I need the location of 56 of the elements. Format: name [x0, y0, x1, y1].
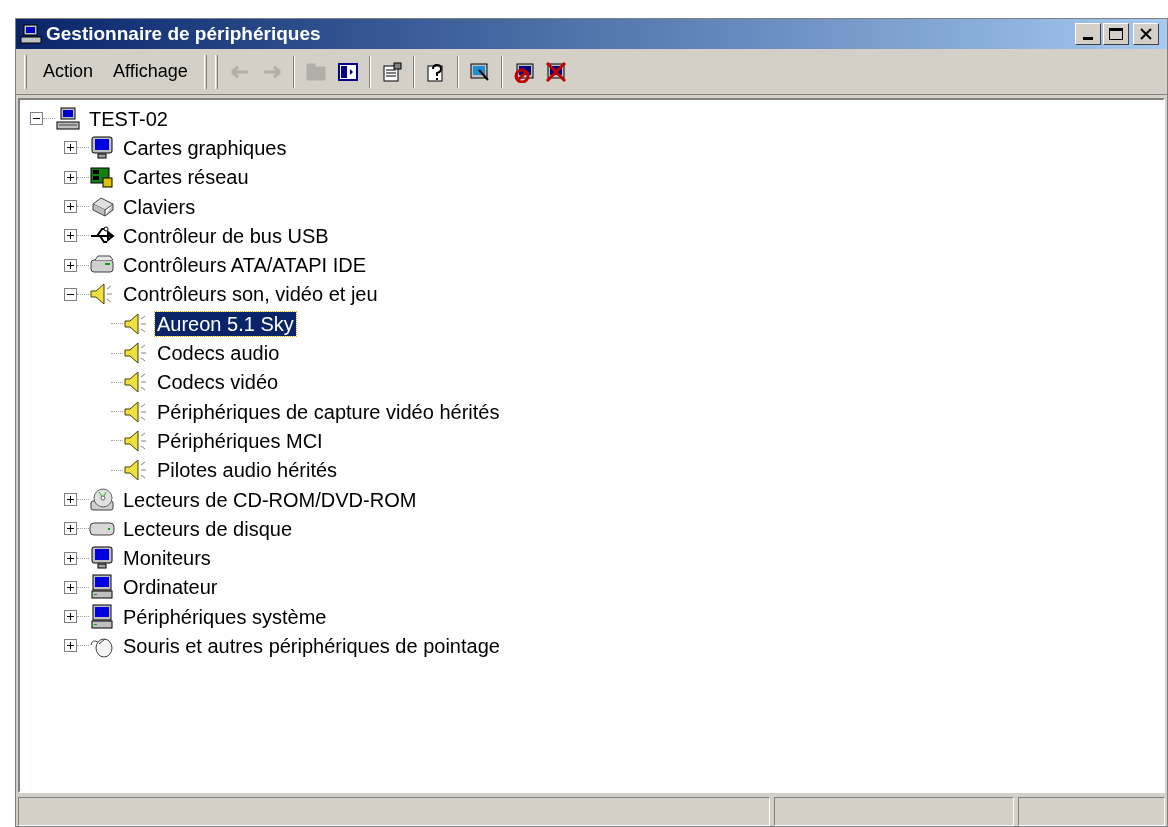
- tree-item[interactable]: Périphériques système: [121, 604, 329, 629]
- tree-item[interactable]: Contrôleur de bus USB: [121, 223, 331, 248]
- speaker-icon: [123, 427, 149, 454]
- menu-item[interactable]: Affichage: [105, 54, 196, 89]
- expand-toggle-icon[interactable]: [64, 639, 77, 653]
- computer-icon: [55, 105, 81, 132]
- tree-item[interactable]: Contrôleurs ATA/ATAPI IDE: [121, 253, 369, 278]
- tree-item[interactable]: Ordinateur: [121, 575, 220, 600]
- maximize-button[interactable]: [1103, 23, 1129, 45]
- computer-icon: [20, 23, 42, 45]
- expand-toggle-icon[interactable]: [64, 551, 77, 565]
- tree-item[interactable]: Lecteurs de CD-ROM/DVD-ROM: [121, 487, 419, 512]
- minimize-button[interactable]: [1075, 23, 1101, 45]
- expand-toggle-icon[interactable]: [64, 170, 77, 184]
- tree-item[interactable]: Périphériques de capture vidéo hérités: [155, 399, 502, 424]
- tree-item[interactable]: Contrôleurs son, vidéo et jeu: [121, 282, 380, 307]
- maximize-icon: [1109, 28, 1123, 40]
- minimize-icon: [1083, 37, 1093, 40]
- expand-toggle-icon[interactable]: [64, 610, 77, 624]
- menu-item[interactable]: Action: [35, 54, 102, 89]
- monitor-icon: [89, 134, 115, 161]
- expand-toggle-icon[interactable]: [64, 522, 77, 536]
- tree-item[interactable]: Codecs audio: [155, 341, 282, 365]
- expand-toggle-icon[interactable]: [64, 493, 77, 506]
- expand-toggle-icon[interactable]: [64, 200, 77, 214]
- expand-toggle-icon[interactable]: [64, 141, 77, 155]
- speaker-icon: [123, 398, 149, 425]
- tree-item[interactable]: Cartes graphiques: [121, 135, 289, 160]
- tree-item[interactable]: Périphériques MCI: [155, 428, 325, 453]
- tree-item[interactable]: TEST-02: [87, 106, 170, 131]
- close-icon: [1140, 28, 1152, 40]
- tree-item[interactable]: Aureon 5.1 Sky: [155, 311, 296, 336]
- monitor-icon: [89, 545, 115, 572]
- tree-item[interactable]: Cartes réseau: [121, 165, 251, 190]
- tree-item[interactable]: Moniteurs: [121, 546, 213, 571]
- computer-icon: [89, 603, 115, 630]
- collapse-toggle-icon[interactable]: [64, 287, 77, 301]
- speaker-icon: [123, 340, 149, 366]
- speaker-icon: [123, 310, 149, 337]
- speaker-icon: [123, 457, 149, 484]
- speaker-icon: [123, 369, 149, 396]
- computer-icon: [89, 574, 115, 601]
- collapse-toggle-icon[interactable]: [30, 112, 43, 126]
- expand-toggle-icon[interactable]: [64, 258, 77, 272]
- network-card-icon: [89, 164, 115, 191]
- tree-item[interactable]: Souris et autres périphériques de pointage: [121, 634, 502, 658]
- tree-item[interactable]: Pilotes audio hérités: [155, 458, 340, 483]
- speaker-icon: [89, 281, 115, 308]
- tree-item[interactable]: Claviers: [121, 194, 198, 219]
- tree-item[interactable]: Codecs vidéo: [155, 370, 281, 395]
- close-button[interactable]: [1133, 23, 1159, 45]
- expand-toggle-icon[interactable]: [64, 580, 77, 594]
- window-title: Gestionnaire de périphériques: [46, 21, 321, 46]
- cd-drive-icon: [89, 486, 115, 513]
- expand-toggle-icon[interactable]: [64, 229, 77, 243]
- tree-item[interactable]: Lecteurs de disque: [121, 516, 294, 541]
